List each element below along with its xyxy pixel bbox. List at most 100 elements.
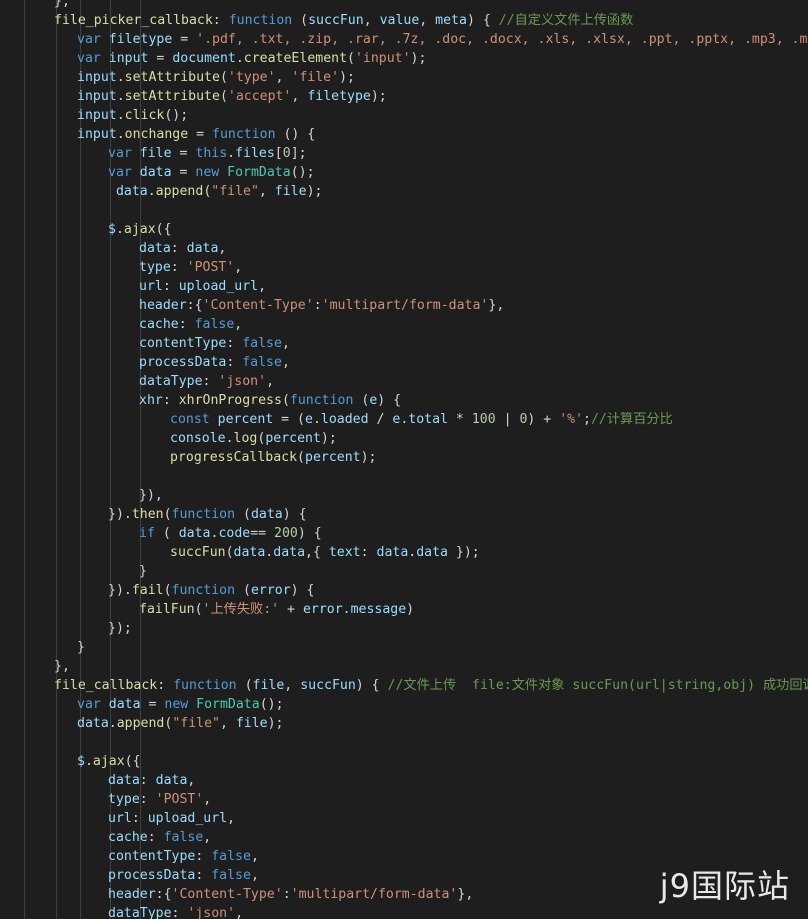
code-line[interactable]: $.ajax({ <box>0 220 808 239</box>
code-token: : <box>157 678 174 693</box>
code-line[interactable]: url: upload_url, <box>0 277 808 296</box>
code-token: ) { <box>377 393 402 408</box>
code-token: ) { <box>282 507 307 522</box>
code-token: (); <box>259 697 284 712</box>
code-line[interactable]: }, <box>0 657 808 676</box>
code-line[interactable]: progressCallback(percent); <box>0 448 808 467</box>
code-line[interactable]: }).fail(function (error) { <box>0 581 808 600</box>
code-token: = ( <box>273 412 305 427</box>
code-line[interactable]: }, <box>0 0 808 11</box>
code-line[interactable]: url: upload_url, <box>0 809 808 828</box>
code-token: : <box>162 393 179 408</box>
code-token: ( <box>194 602 203 617</box>
code-line[interactable]: $.ajax({ <box>0 752 808 771</box>
code-line[interactable]: if ( data.code== 200) { <box>0 524 808 543</box>
code-token: , <box>218 241 227 256</box>
code-line[interactable] <box>0 733 808 752</box>
code-line[interactable]: file_picker_callback: function (succFun,… <box>0 11 808 30</box>
code-token: input <box>77 70 117 85</box>
code-line[interactable]: cache: false, <box>0 315 808 334</box>
code-token: , <box>235 906 244 919</box>
code-line[interactable]: var data = new FormData(); <box>0 163 808 182</box>
code-line[interactable]: var filetype = '.pdf, .txt, .zip, .rar, … <box>0 30 808 49</box>
code-line[interactable]: }); <box>0 619 808 638</box>
code-token: url <box>108 811 132 826</box>
code-token: . <box>227 146 236 161</box>
code-token: var <box>108 146 132 161</box>
code-token: 'multipart/form-data' <box>321 298 489 313</box>
code-token: , <box>275 70 292 85</box>
code-line[interactable]: succFun(data.data,{ text: data.data }); <box>0 543 808 562</box>
code-editor[interactable]: }, file_picker_callback: function (succFu… <box>0 0 808 919</box>
code-token: ajax <box>123 222 156 237</box>
code-line[interactable]: var file = this.files[0]; <box>0 144 808 163</box>
code-token: * <box>447 412 472 427</box>
code-token: ); <box>370 89 387 104</box>
code-token: ( <box>163 583 172 598</box>
code-token: ajax <box>92 754 125 769</box>
code-line[interactable]: input.onchange = function () { <box>0 125 808 144</box>
code-token: 'POST' <box>155 792 204 807</box>
code-token: file_picker_callback <box>54 13 213 28</box>
code-line[interactable]: input.setAttribute('type', 'file'); <box>0 68 808 87</box>
code-token: : <box>313 298 322 313</box>
code-token: : <box>139 792 156 807</box>
code-token: data <box>186 241 219 256</box>
code-token: input <box>77 127 117 142</box>
code-line[interactable]: data.append("file", file); <box>0 182 808 201</box>
code-token: document <box>172 51 236 66</box>
code-line[interactable]: xhr: xhrOnProgress(function (e) { <box>0 391 808 410</box>
code-token: code <box>218 526 251 541</box>
code-line[interactable]: } <box>0 562 808 581</box>
code-line[interactable]: header:{'Content-Type':'multipart/form-d… <box>0 296 808 315</box>
code-line[interactable]: failFun('上传失败:' + error.message) <box>0 600 808 619</box>
code-line[interactable]: input.setAttribute('accept', filetype); <box>0 87 808 106</box>
code-token: type <box>108 792 140 807</box>
code-token: file_callback <box>54 678 158 693</box>
code-line[interactable]: }).then(function (data) { <box>0 505 808 524</box>
code-line[interactable]: console.log(percent); <box>0 429 808 448</box>
code-token: }); <box>447 545 480 560</box>
code-token: }). <box>108 507 132 522</box>
code-token: then <box>131 507 164 522</box>
code-line[interactable]: }), <box>0 486 808 505</box>
code-line[interactable] <box>0 201 808 220</box>
code-line[interactable]: cache: false, <box>0 828 808 847</box>
code-token: data <box>416 545 448 560</box>
code-token: ); <box>410 51 427 66</box>
code-token: . <box>84 754 93 769</box>
code-token: : <box>195 849 212 864</box>
code-token: : <box>178 317 195 332</box>
code-token: , <box>281 355 290 370</box>
code-token: 200 <box>274 526 298 541</box>
code-line[interactable] <box>0 467 808 486</box>
code-line[interactable]: input.click(); <box>0 106 808 125</box>
code-token: var <box>77 32 101 47</box>
code-line[interactable]: data: data, <box>0 239 808 258</box>
code-token: data <box>376 545 409 560</box>
code-token: ( <box>236 678 253 693</box>
code-line[interactable]: processData: false, <box>0 353 808 372</box>
code-line[interactable]: var input = document.createElement('inpu… <box>0 49 808 68</box>
code-line[interactable]: type: 'POST', <box>0 258 808 277</box>
code-line[interactable]: var data = new FormData(); <box>0 695 808 714</box>
code-line[interactable]: dataType: 'json', <box>0 372 808 391</box>
code-line[interactable]: contentType: false, <box>0 334 808 353</box>
code-line[interactable]: data: data, <box>0 771 808 790</box>
code-line[interactable]: type: 'POST', <box>0 790 808 809</box>
code-line[interactable]: } <box>0 638 808 657</box>
code-token: ) + <box>527 412 560 427</box>
code-token: total <box>408 412 448 427</box>
code-token: dataType <box>139 374 203 389</box>
code-line[interactable]: file_callback: function (file, succFun) … <box>0 676 808 695</box>
code-token: filetype <box>307 89 371 104</box>
code-line[interactable]: data.append("file", file); <box>0 714 808 733</box>
code-token: == <box>250 526 275 541</box>
code-token: xhr <box>139 393 163 408</box>
code-line[interactable]: const percent = (e.loaded / e.total * 10… <box>0 410 808 429</box>
code-token: ( <box>225 545 234 560</box>
code-token: input <box>77 108 117 123</box>
